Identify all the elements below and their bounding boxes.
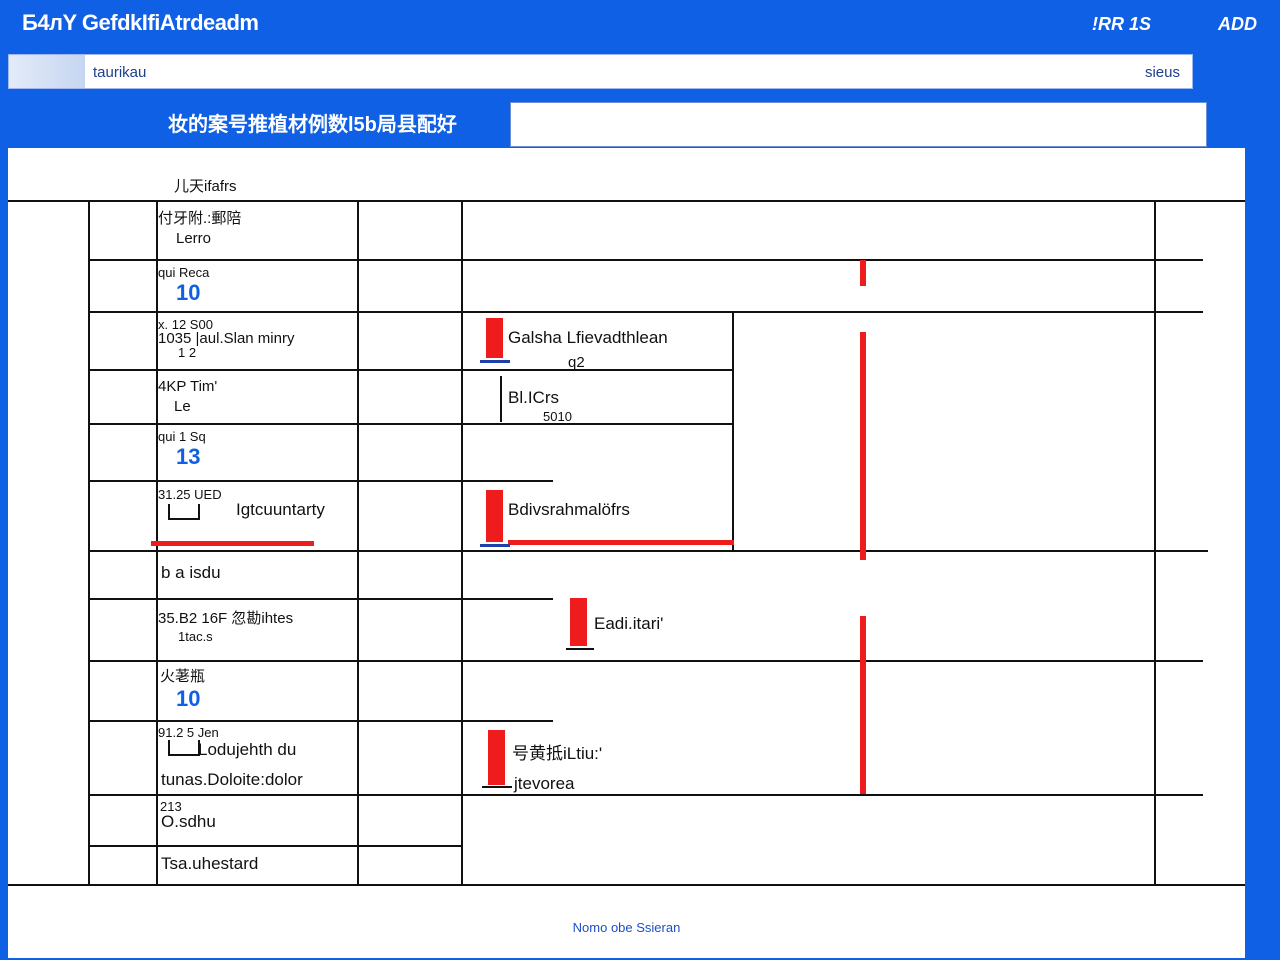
header-status: !RR 1S xyxy=(1092,14,1152,34)
event-title[interactable]: Bl.ICrs xyxy=(508,388,559,408)
grid-line xyxy=(88,259,1203,261)
row-sublabel: Le xyxy=(174,398,191,415)
section-input[interactable] xyxy=(510,102,1207,147)
event-sub: jtevorea xyxy=(514,774,575,793)
grid-line xyxy=(88,311,1203,313)
app-title: Б4лY GefdkIfiAtrdeadm xyxy=(22,10,259,35)
row-label: Tsa.uhestard xyxy=(161,854,259,873)
search-button[interactable]: sieus xyxy=(1145,64,1180,81)
header-add-button[interactable]: ADD xyxy=(1218,14,1257,35)
row-sublabel: O.sdhu xyxy=(161,812,216,831)
grid-line xyxy=(357,200,359,886)
row-count: 10 xyxy=(176,686,201,711)
grid-line xyxy=(88,550,1208,552)
checkbox-icon[interactable] xyxy=(168,504,200,520)
event-title[interactable]: 号黄抵iLtiu:' xyxy=(512,744,602,764)
grid-line xyxy=(8,884,1245,886)
grid-line xyxy=(88,369,733,371)
event-bar[interactable] xyxy=(488,730,505,785)
progress-marker xyxy=(151,541,314,546)
row-label: 31.25 UED xyxy=(158,487,222,502)
row-detail: 1 2 xyxy=(178,345,197,360)
row-sublabel: Igtcuuntarty xyxy=(236,500,325,519)
row-detail: tunas.Doloite:dolor xyxy=(161,770,303,789)
timeline-marker xyxy=(860,616,866,794)
event-underline xyxy=(566,648,594,650)
event-bracket xyxy=(500,376,502,422)
event-title[interactable]: Eadi.itari' xyxy=(594,614,663,634)
search-bar[interactable]: taurikau sieus xyxy=(8,54,1193,89)
row-count: 13 xyxy=(176,444,201,469)
row-sublabel: Lerro xyxy=(176,230,212,247)
event-range xyxy=(508,540,734,545)
row-label: 4KP Tim' xyxy=(158,378,218,395)
grid-line xyxy=(88,660,1203,662)
row-sublabel: 1tac.s xyxy=(178,629,213,644)
event-sub: 5010 xyxy=(543,409,572,424)
event-title[interactable]: Galsha Lfievadthlean xyxy=(508,328,668,348)
event-bar[interactable] xyxy=(570,598,587,646)
grid-line xyxy=(88,200,90,886)
grid-line xyxy=(732,311,734,550)
row-label: 35.B2 16F 忽勘ihtes xyxy=(158,610,294,627)
grid-line xyxy=(461,200,463,886)
row-count: 10 xyxy=(176,280,201,305)
search-input[interactable]: taurikau xyxy=(93,64,146,81)
grid-line xyxy=(1154,200,1156,886)
schedule-panel: 儿天ifafrs 付牙附.:郵陪 Lerro qui Reca 10 x. 12… xyxy=(8,148,1245,958)
grid-line xyxy=(88,423,733,425)
row-label: 付牙附.:郵陪 xyxy=(158,210,242,227)
event-title[interactable]: Bdivsrahmalöfrs xyxy=(508,500,630,520)
grid-line xyxy=(88,794,1203,796)
event-underline xyxy=(482,786,512,788)
event-underline xyxy=(480,544,510,547)
row-label: 火荖瓶 xyxy=(160,668,206,685)
grid-line xyxy=(88,845,463,847)
event-sub: q2 xyxy=(568,354,585,371)
grid-line xyxy=(8,200,1245,202)
section-title: 妆的案号推植材例数l5b局县配好 xyxy=(168,114,457,136)
footer-link[interactable]: Nomo obe Ssieran xyxy=(8,920,1245,935)
event-bar[interactable] xyxy=(486,318,503,358)
row-label: b a isdu xyxy=(161,563,221,582)
timeline-marker xyxy=(860,260,866,286)
checkbox-icon[interactable] xyxy=(168,740,200,756)
table-header: 儿天ifafrs xyxy=(174,178,237,195)
search-prefix xyxy=(9,55,85,88)
row-sublabel: Lodujehth du xyxy=(198,740,297,759)
event-bar[interactable] xyxy=(486,490,503,542)
event-underline xyxy=(480,360,510,363)
timeline-marker xyxy=(860,332,866,560)
